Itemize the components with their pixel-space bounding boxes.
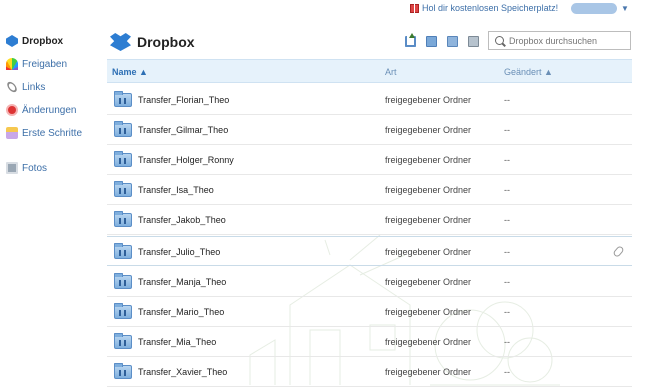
shared-folder-icon: [114, 211, 132, 227]
sidebar-item-label: Erste Schritte: [22, 127, 83, 139]
show-deleted-icon[interactable]: [468, 36, 479, 47]
file-modified: --: [504, 367, 510, 377]
column-name-header[interactable]: Name ▲: [112, 67, 148, 77]
file-kind: freigegebener Ordner: [385, 215, 472, 225]
sidebar-item-dropbox[interactable]: Dropbox: [6, 33, 63, 49]
file-modified: --: [504, 185, 510, 195]
file-modified: --: [504, 95, 510, 105]
photos-icon: [6, 162, 18, 174]
sidebar-item-label: Fotos: [22, 162, 48, 174]
file-name[interactable]: Transfer_Manja_Theo: [138, 277, 226, 287]
table-row-hovered[interactable]: Transfer_Julio_Theo freigegebener Ordner…: [107, 236, 632, 266]
file-kind: freigegebener Ordner: [385, 337, 472, 347]
file-name[interactable]: Transfer_Mario_Theo: [138, 307, 224, 317]
free-space-link[interactable]: Hol dir kostenlosen Speicherplatz!: [410, 3, 558, 13]
upload-icon[interactable]: [405, 33, 416, 47]
file-name[interactable]: Transfer_Gilmar_Theo: [138, 125, 228, 135]
file-name[interactable]: Transfer_Isa_Theo: [138, 185, 214, 195]
file-name[interactable]: Transfer_Mia_Theo: [138, 337, 216, 347]
file-kind: freigegebener Ordner: [385, 247, 472, 257]
file-table-header: Name ▲ Art Geändert ▲: [107, 59, 632, 83]
sidebar-item-photos[interactable]: Fotos: [6, 160, 47, 176]
shared-folder-icon: [114, 151, 132, 167]
file-modified: --: [504, 125, 510, 135]
file-name[interactable]: Transfer_Holger_Ronny: [138, 155, 234, 165]
search-input[interactable]: [509, 35, 627, 46]
file-modified: --: [504, 277, 510, 287]
sidebar-item-label: Links: [22, 81, 46, 93]
sidebar-item-label: Freigaben: [22, 58, 68, 70]
chevron-down-icon[interactable]: ▼: [621, 4, 629, 13]
table-row[interactable]: Transfer_Jakob_Theo freigegebener Ordner…: [107, 205, 632, 235]
file-modified: --: [504, 337, 510, 347]
page-title-text: Dropbox: [137, 34, 195, 50]
sidebar-item-label: Dropbox: [22, 35, 64, 47]
shared-folder-icon: [114, 303, 132, 319]
link-icon: [5, 80, 19, 94]
file-modified: --: [504, 307, 510, 317]
history-icon: [6, 104, 18, 116]
shared-folder-icon: [114, 243, 132, 259]
table-row[interactable]: Transfer_Isa_Theo freigegebener Ordner -…: [107, 175, 632, 205]
paperclip-icon[interactable]: [612, 245, 625, 258]
file-modified: --: [504, 215, 510, 225]
file-name[interactable]: Transfer_Jakob_Theo: [138, 215, 226, 225]
file-modified: --: [504, 155, 510, 165]
table-row[interactable]: Transfer_Xavier_Theo freigegebener Ordne…: [107, 357, 632, 387]
file-kind: freigegebener Ordner: [385, 307, 472, 317]
gift-icon: [410, 3, 419, 13]
shared-folder-icon: [114, 333, 132, 349]
file-kind: freigegebener Ordner: [385, 185, 472, 195]
account-name-blurred[interactable]: [571, 3, 617, 14]
table-row[interactable]: Transfer_Mario_Theo freigegebener Ordner…: [107, 297, 632, 327]
column-kind-header[interactable]: Art: [385, 67, 397, 77]
sidebar-item-getting-started[interactable]: Erste Schritte: [6, 125, 82, 141]
file-name[interactable]: Transfer_Xavier_Theo: [138, 367, 227, 377]
getting-started-icon: [6, 127, 18, 139]
file-name[interactable]: Transfer_Florian_Theo: [138, 95, 229, 105]
file-modified: --: [504, 247, 510, 257]
share-folder-icon[interactable]: [447, 36, 458, 47]
sidebar-item-links[interactable]: Links: [5, 79, 46, 95]
shared-folder-icon: [114, 273, 132, 289]
table-row[interactable]: Transfer_Gilmar_Theo freigegebener Ordne…: [107, 115, 632, 145]
column-modified-header[interactable]: Geändert ▲: [504, 67, 553, 77]
dropbox-icon: [6, 35, 18, 47]
dropbox-logo-icon: [110, 33, 131, 51]
shared-folder-icon: [114, 121, 132, 137]
file-kind: freigegebener Ordner: [385, 95, 472, 105]
file-kind: freigegebener Ordner: [385, 155, 472, 165]
sidebar-item-events[interactable]: Änderungen: [6, 102, 77, 118]
file-kind: freigegebener Ordner: [385, 277, 472, 287]
sidebar-item-label: Änderungen: [22, 104, 77, 116]
shared-folder-icon: [114, 363, 132, 379]
shared-folder-icon: [114, 91, 132, 107]
file-kind: freigegebener Ordner: [385, 125, 472, 135]
file-kind: freigegebener Ordner: [385, 367, 472, 377]
table-row[interactable]: Transfer_Florian_Theo freigegebener Ordn…: [107, 85, 632, 115]
free-space-label: Hol dir kostenlosen Speicherplatz!: [422, 3, 559, 13]
shared-folder-icon: [114, 181, 132, 197]
file-name[interactable]: Transfer_Julio_Theo: [138, 247, 220, 257]
page-title: Dropbox: [110, 33, 195, 51]
rainbow-icon: [6, 58, 18, 70]
search-icon: [495, 36, 504, 45]
table-row[interactable]: Transfer_Holger_Ronny freigegebener Ordn…: [107, 145, 632, 175]
new-folder-icon[interactable]: [426, 36, 437, 47]
top-bar: Hol dir kostenlosen Speicherplatz! ▼: [0, 0, 650, 22]
search-box[interactable]: [488, 31, 631, 50]
sidebar-item-sharing[interactable]: Freigaben: [6, 56, 67, 72]
table-row[interactable]: Transfer_Mia_Theo freigegebener Ordner -…: [107, 327, 632, 357]
table-row[interactable]: Transfer_Manja_Theo freigegebener Ordner…: [107, 267, 632, 297]
toolbar: [405, 33, 479, 47]
